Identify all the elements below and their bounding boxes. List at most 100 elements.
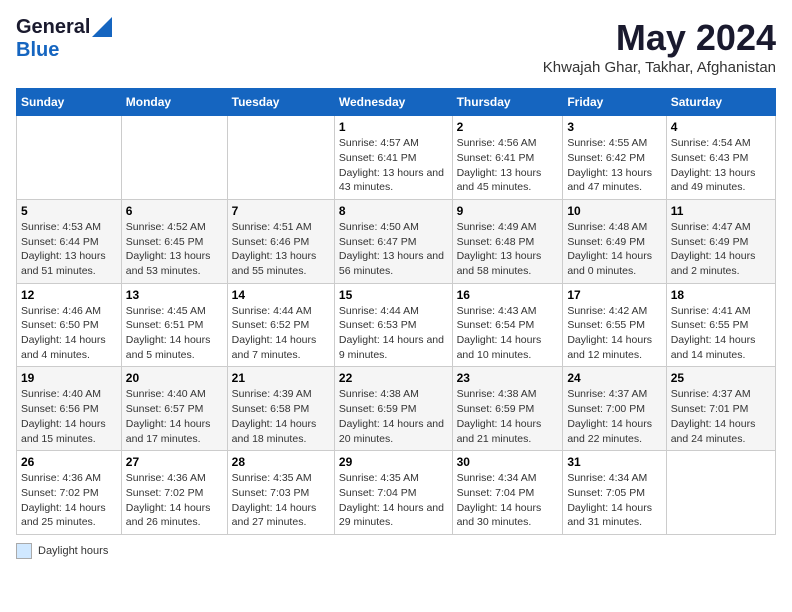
day-sunset: Sunset: 6:47 PM <box>339 235 448 250</box>
day-sunrise: Sunrise: 4:52 AM <box>126 220 223 235</box>
day-number: 23 <box>457 371 559 385</box>
day-sunrise: Sunrise: 4:55 AM <box>567 136 661 151</box>
day-daylight: Daylight: 14 hours and 18 minutes. <box>232 417 330 446</box>
day-sunrise: Sunrise: 4:56 AM <box>457 136 559 151</box>
day-sunset: Sunset: 7:05 PM <box>567 486 661 501</box>
week-row-4: 26 Sunrise: 4:36 AM Sunset: 7:02 PM Dayl… <box>17 451 776 535</box>
day-daylight: Daylight: 14 hours and 29 minutes. <box>339 501 448 530</box>
day-daylight: Daylight: 14 hours and 24 minutes. <box>671 417 771 446</box>
calendar-cell: 18 Sunrise: 4:41 AM Sunset: 6:55 PM Dayl… <box>666 283 775 367</box>
calendar-cell: 22 Sunrise: 4:38 AM Sunset: 6:59 PM Dayl… <box>334 367 452 451</box>
calendar-cell: 12 Sunrise: 4:46 AM Sunset: 6:50 PM Dayl… <box>17 283 122 367</box>
day-sunset: Sunset: 6:51 PM <box>126 318 223 333</box>
calendar-cell: 8 Sunrise: 4:50 AM Sunset: 6:47 PM Dayli… <box>334 199 452 283</box>
week-row-1: 5 Sunrise: 4:53 AM Sunset: 6:44 PM Dayli… <box>17 199 776 283</box>
day-sunset: Sunset: 6:49 PM <box>671 235 771 250</box>
day-daylight: Daylight: 14 hours and 26 minutes. <box>126 501 223 530</box>
day-sunrise: Sunrise: 4:36 AM <box>126 471 223 486</box>
day-number: 22 <box>339 371 448 385</box>
day-sunset: Sunset: 6:50 PM <box>21 318 117 333</box>
day-number: 12 <box>21 288 117 302</box>
day-sunset: Sunset: 6:41 PM <box>457 151 559 166</box>
logo: General Blue <box>16 16 112 62</box>
day-number: 14 <box>232 288 330 302</box>
day-daylight: Daylight: 14 hours and 4 minutes. <box>21 333 117 362</box>
day-sunset: Sunset: 6:59 PM <box>339 402 448 417</box>
day-number: 18 <box>671 288 771 302</box>
day-sunset: Sunset: 7:04 PM <box>339 486 448 501</box>
day-sunrise: Sunrise: 4:49 AM <box>457 220 559 235</box>
calendar-cell: 21 Sunrise: 4:39 AM Sunset: 6:58 PM Dayl… <box>227 367 334 451</box>
day-number: 5 <box>21 204 117 218</box>
calendar-cell: 11 Sunrise: 4:47 AM Sunset: 6:49 PM Dayl… <box>666 199 775 283</box>
day-daylight: Daylight: 13 hours and 53 minutes. <box>126 249 223 278</box>
calendar-cell: 1 Sunrise: 4:57 AM Sunset: 6:41 PM Dayli… <box>334 116 452 200</box>
calendar-cell <box>227 116 334 200</box>
day-number: 10 <box>567 204 661 218</box>
day-number: 19 <box>21 371 117 385</box>
day-sunrise: Sunrise: 4:34 AM <box>567 471 661 486</box>
daylight-legend-swatch <box>16 543 32 559</box>
day-number: 3 <box>567 120 661 134</box>
day-number: 1 <box>339 120 448 134</box>
day-daylight: Daylight: 13 hours and 51 minutes. <box>21 249 117 278</box>
day-sunset: Sunset: 7:00 PM <box>567 402 661 417</box>
day-sunrise: Sunrise: 4:36 AM <box>21 471 117 486</box>
day-number: 21 <box>232 371 330 385</box>
header-wednesday: Wednesday <box>334 89 452 116</box>
calendar-cell: 15 Sunrise: 4:44 AM Sunset: 6:53 PM Dayl… <box>334 283 452 367</box>
calendar-cell: 16 Sunrise: 4:43 AM Sunset: 6:54 PM Dayl… <box>452 283 563 367</box>
day-number: 15 <box>339 288 448 302</box>
day-sunset: Sunset: 6:49 PM <box>567 235 661 250</box>
day-number: 26 <box>21 455 117 469</box>
day-sunrise: Sunrise: 4:38 AM <box>457 387 559 402</box>
logo-general: General <box>16 16 90 39</box>
day-daylight: Daylight: 14 hours and 14 minutes. <box>671 333 771 362</box>
logo-blue: Blue <box>16 39 59 62</box>
day-sunrise: Sunrise: 4:42 AM <box>567 304 661 319</box>
day-number: 2 <box>457 120 559 134</box>
day-sunrise: Sunrise: 4:47 AM <box>671 220 771 235</box>
day-daylight: Daylight: 14 hours and 10 minutes. <box>457 333 559 362</box>
day-daylight: Daylight: 14 hours and 20 minutes. <box>339 417 448 446</box>
day-sunrise: Sunrise: 4:44 AM <box>232 304 330 319</box>
day-daylight: Daylight: 14 hours and 9 minutes. <box>339 333 448 362</box>
header-tuesday: Tuesday <box>227 89 334 116</box>
calendar-cell: 30 Sunrise: 4:34 AM Sunset: 7:04 PM Dayl… <box>452 451 563 535</box>
day-sunset: Sunset: 6:57 PM <box>126 402 223 417</box>
calendar-cell: 25 Sunrise: 4:37 AM Sunset: 7:01 PM Dayl… <box>666 367 775 451</box>
week-row-2: 12 Sunrise: 4:46 AM Sunset: 6:50 PM Dayl… <box>17 283 776 367</box>
day-sunset: Sunset: 6:52 PM <box>232 318 330 333</box>
day-sunrise: Sunrise: 4:39 AM <box>232 387 330 402</box>
day-number: 28 <box>232 455 330 469</box>
day-number: 24 <box>567 371 661 385</box>
day-daylight: Daylight: 14 hours and 31 minutes. <box>567 501 661 530</box>
day-sunrise: Sunrise: 4:41 AM <box>671 304 771 319</box>
day-sunrise: Sunrise: 4:51 AM <box>232 220 330 235</box>
day-number: 30 <box>457 455 559 469</box>
day-sunset: Sunset: 6:53 PM <box>339 318 448 333</box>
day-sunrise: Sunrise: 4:57 AM <box>339 136 448 151</box>
header-thursday: Thursday <box>452 89 563 116</box>
day-daylight: Daylight: 14 hours and 12 minutes. <box>567 333 661 362</box>
day-daylight: Daylight: 14 hours and 2 minutes. <box>671 249 771 278</box>
calendar-header-row: SundayMondayTuesdayWednesdayThursdayFrid… <box>17 89 776 116</box>
day-sunrise: Sunrise: 4:40 AM <box>21 387 117 402</box>
logo-triangle-icon <box>92 17 112 37</box>
day-daylight: Daylight: 13 hours and 47 minutes. <box>567 166 661 195</box>
day-sunset: Sunset: 6:42 PM <box>567 151 661 166</box>
day-number: 27 <box>126 455 223 469</box>
day-sunset: Sunset: 6:43 PM <box>671 151 771 166</box>
page-subtitle: Khwajah Ghar, Takhar, Afghanistan <box>543 59 776 76</box>
day-sunrise: Sunrise: 4:40 AM <box>126 387 223 402</box>
calendar-cell: 29 Sunrise: 4:35 AM Sunset: 7:04 PM Dayl… <box>334 451 452 535</box>
day-sunrise: Sunrise: 4:34 AM <box>457 471 559 486</box>
calendar-cell: 27 Sunrise: 4:36 AM Sunset: 7:02 PM Dayl… <box>121 451 227 535</box>
day-sunrise: Sunrise: 4:35 AM <box>232 471 330 486</box>
day-daylight: Daylight: 14 hours and 21 minutes. <box>457 417 559 446</box>
day-number: 16 <box>457 288 559 302</box>
calendar-cell <box>666 451 775 535</box>
day-number: 7 <box>232 204 330 218</box>
day-sunset: Sunset: 7:02 PM <box>21 486 117 501</box>
daylight-legend-label: Daylight hours <box>38 545 108 557</box>
